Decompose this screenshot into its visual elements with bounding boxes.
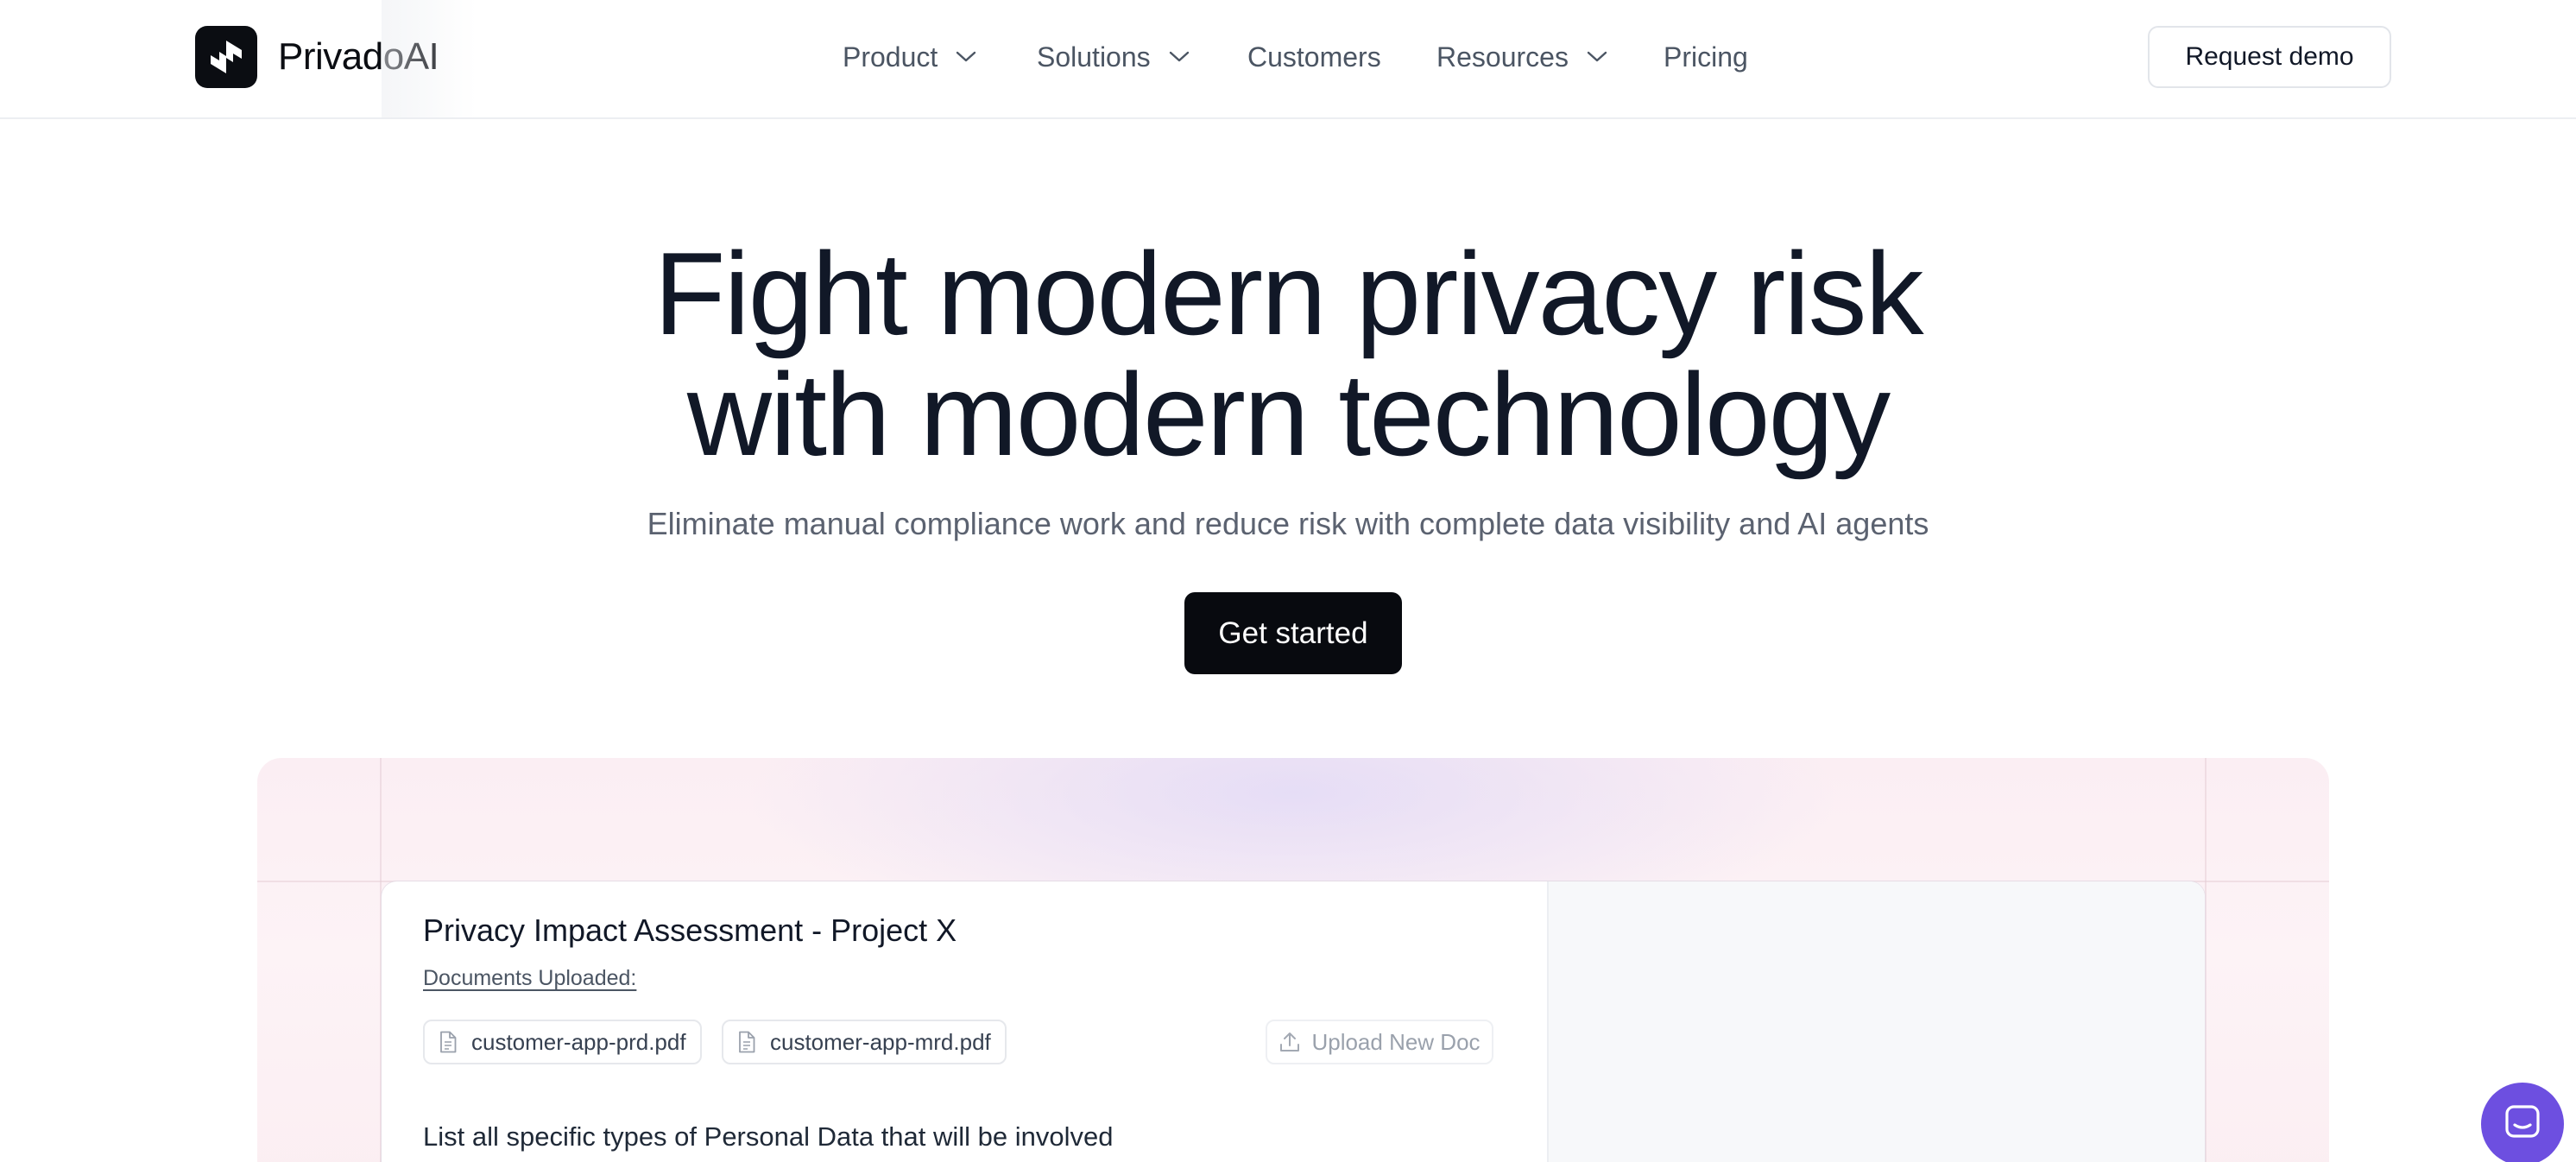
nav-item-pricing[interactable]: Pricing — [1664, 35, 1748, 79]
document-chip[interactable]: customer-app-prd.pdf — [423, 1020, 702, 1064]
nav-item-product[interactable]: Product — [843, 35, 977, 79]
documents-uploaded-label: Documents Uploaded: — [423, 966, 637, 990]
privado-logo-icon — [195, 26, 257, 88]
document-icon — [439, 1031, 458, 1053]
chevron-down-icon — [955, 46, 977, 68]
nav-item-label: Resources — [1436, 41, 1569, 73]
upload-new-doc-button[interactable]: Upload New Doc — [1266, 1020, 1493, 1064]
nav-item-label: Solutions — [1037, 41, 1151, 73]
document-chip[interactable]: customer-app-mrd.pdf — [722, 1020, 1007, 1064]
hero-title-line-2: with modern technology — [686, 349, 1891, 480]
nav-item-customers[interactable]: Customers — [1247, 35, 1381, 79]
chat-launcher-button[interactable] — [2481, 1083, 2564, 1162]
nav-item-label: Pricing — [1664, 41, 1748, 73]
nav-item-label: Customers — [1247, 41, 1381, 73]
hero-title-line-1: Fight modern privacy risk — [653, 228, 1923, 359]
hero-title: Fight modern privacy risk with modern te… — [0, 233, 2576, 475]
nav-item-label: Product — [843, 41, 938, 73]
chevron-down-icon — [1168, 46, 1190, 68]
upload-label: Upload New Doc — [1311, 1028, 1481, 1055]
request-demo-button[interactable]: Request demo — [2148, 26, 2391, 88]
document-icon — [737, 1031, 756, 1053]
product-showcase: Privacy Impact Assessment - Project X Do… — [257, 758, 2329, 1162]
document-name: customer-app-mrd.pdf — [770, 1028, 991, 1055]
document-name: customer-app-prd.pdf — [471, 1028, 686, 1055]
site-header: PrivadoAI Product Solutions Customers Re… — [0, 0, 2576, 119]
assessment-side-panel — [1547, 881, 2205, 1162]
nav-item-solutions[interactable]: Solutions — [1037, 35, 1190, 79]
chat-icon — [2503, 1103, 2541, 1146]
get-started-button[interactable]: Get started — [1184, 592, 1402, 674]
decorative-grid-line — [2205, 758, 2207, 1162]
chevron-down-icon — [1586, 46, 1608, 68]
hero-subtitle: Eliminate manual compliance work and red… — [647, 506, 1929, 541]
assessment-title: Privacy Impact Assessment - Project X — [423, 913, 957, 948]
nav-item-resources[interactable]: Resources — [1436, 35, 1608, 79]
assessment-panel: Privacy Impact Assessment - Project X Do… — [382, 881, 2205, 1162]
header-divider-shadow — [382, 0, 477, 119]
assessment-question: List all specific types of Personal Data… — [423, 1121, 1114, 1152]
upload-icon — [1279, 1031, 1301, 1053]
